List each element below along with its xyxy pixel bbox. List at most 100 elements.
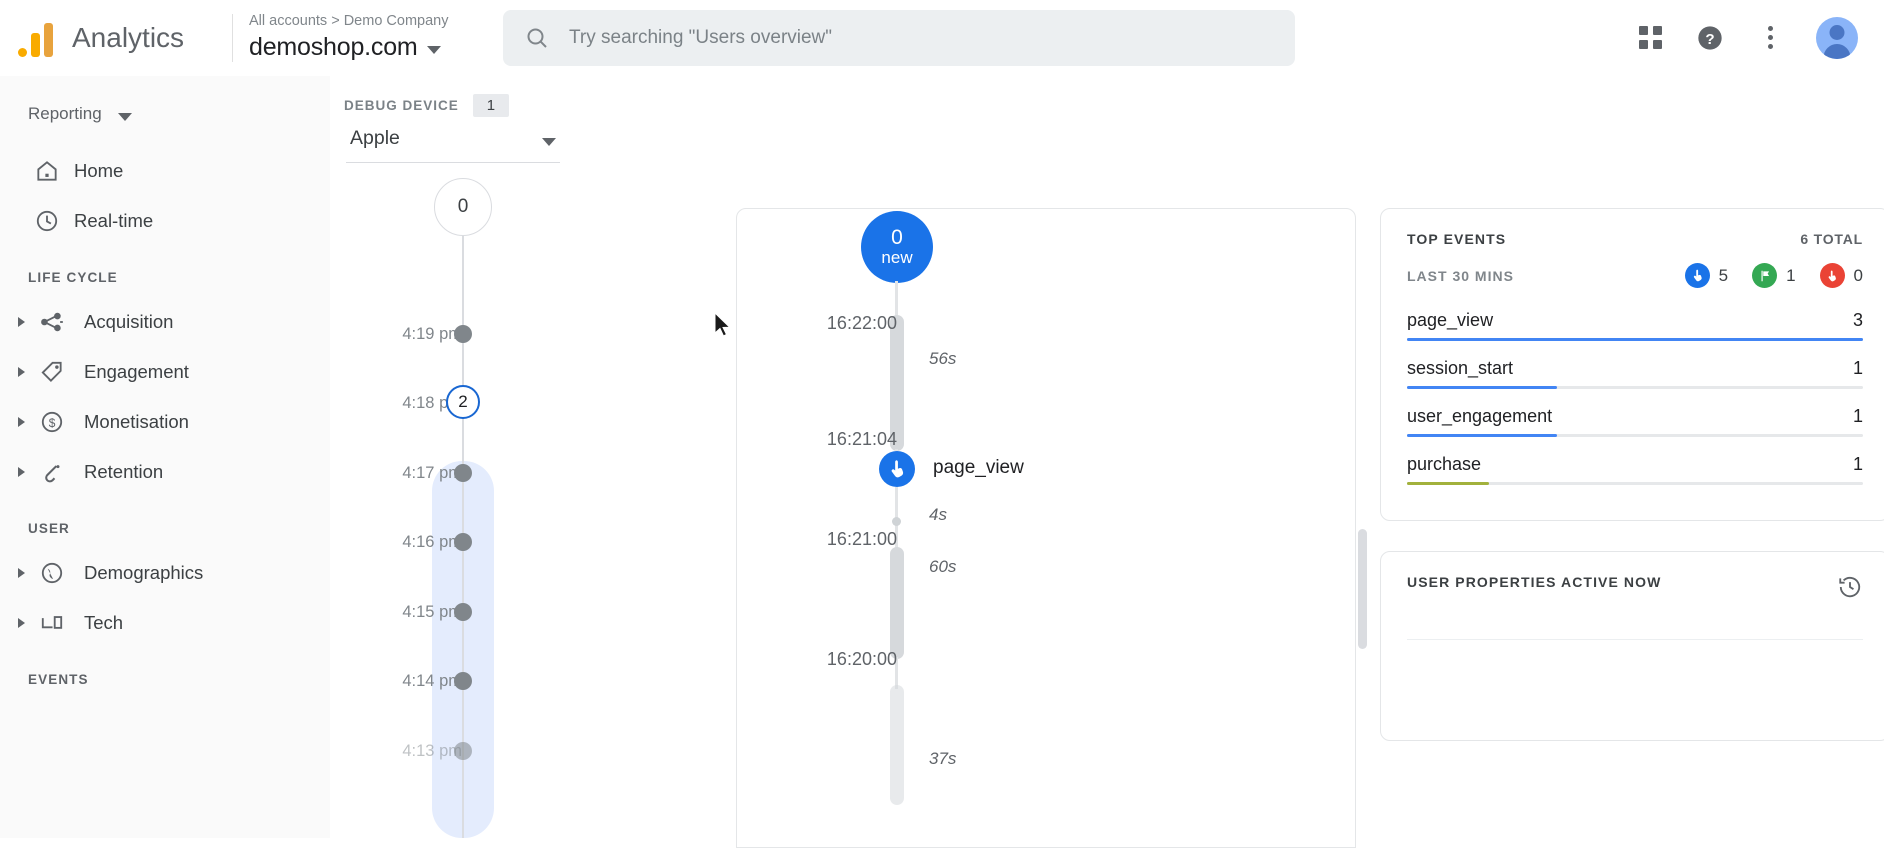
minute-dot[interactable]: [454, 533, 472, 551]
sidebar-item-label: Tech: [84, 612, 124, 633]
event-count: 3: [1852, 310, 1863, 330]
event-bar-fill: [1407, 386, 1558, 389]
minute-now-bubble[interactable]: 0: [434, 178, 492, 236]
event-stream: 0 new 16:22:00 56s 16:21:04 page_view 4s…: [737, 209, 1367, 847]
account-selector[interactable]: All accounts > Demo Company demoshop.com: [249, 12, 481, 63]
dollar-circle-icon: $: [30, 409, 74, 435]
search-input[interactable]: Try searching "Users overview": [503, 9, 1295, 66]
globe-icon: [30, 560, 74, 586]
clock-icon: [30, 208, 64, 234]
minute-row[interactable]: 4:16 pm: [330, 532, 612, 552]
sidebar-item-monetisation[interactable]: $ Monetisation: [0, 397, 330, 447]
analytics-brand[interactable]: Analytics: [0, 19, 232, 57]
sidebar-item-label: Monetisation: [84, 411, 189, 432]
expand-arrow-icon[interactable]: [12, 367, 30, 377]
minute-track: 0 4:19 pm 4:18 pm 2 4:17 pm 4:16 pm 4:15…: [330, 176, 612, 838]
minute-dot[interactable]: [454, 325, 472, 343]
sidebar-item-label: Home: [74, 160, 124, 181]
table-row[interactable]: purchase 1: [1407, 454, 1863, 502]
event-count: 1: [1852, 358, 1863, 378]
stat-value: 1: [1786, 265, 1796, 285]
table-row[interactable]: session_start 1: [1407, 358, 1863, 406]
new-events-count: 0: [891, 226, 903, 250]
event-time-label: 16:22:00: [826, 313, 897, 333]
help-circle-icon[interactable]: ?: [1696, 24, 1724, 52]
event-time-label: 16:20:00: [826, 649, 897, 669]
sidebar-item-acquisition[interactable]: Acquisition: [0, 297, 330, 347]
top-events-card: TOP EVENTS 6 TOTAL LAST 30 MINS 5 1 0 pa…: [1380, 208, 1884, 521]
error-event-icon: [1819, 263, 1845, 288]
breadcrumb: All accounts > Demo Company: [249, 13, 449, 29]
stat-value: 5: [1718, 265, 1729, 285]
minute-row[interactable]: 4:18 pm 2: [330, 385, 612, 419]
event-name: user_engagement: [1407, 406, 1553, 426]
svg-text:$: $: [49, 416, 56, 430]
minute-row[interactable]: 4:19 pm: [330, 324, 612, 344]
minute-dot-selected[interactable]: 2: [446, 385, 480, 419]
event-bar-track: [1407, 434, 1863, 437]
minute-row[interactable]: 4:17 pm: [330, 463, 612, 483]
event-duration-label: 4s: [929, 505, 947, 524]
event-bar-track: [1407, 482, 1863, 485]
sidebar-section-user: USER: [28, 521, 70, 536]
event-stream-scrollbar[interactable]: [1358, 529, 1367, 649]
share-nodes-icon: [30, 309, 74, 335]
event-duration-label: 60s: [929, 557, 957, 576]
event-bar-track: [1407, 338, 1863, 341]
property-name: demoshop.com: [249, 33, 418, 61]
chevron-down-icon[interactable]: [426, 46, 441, 54]
minute-dot[interactable]: [454, 464, 472, 482]
debug-device-select[interactable]: Apple: [346, 127, 560, 163]
minute-stream-column: DEBUG DEVICE 1 Apple 0 4:19 pm 4:18 pm 2…: [330, 76, 612, 838]
sidebar-item-tech[interactable]: Tech: [0, 598, 330, 648]
event-time-label: 16:21:00: [826, 529, 897, 549]
event-bar-track: [1407, 386, 1863, 389]
touch-event-icon: [1684, 263, 1710, 288]
event-bar-fill: [1407, 338, 1863, 341]
table-row[interactable]: user_engagement 1: [1407, 406, 1863, 454]
sidebar-item-label: Engagement: [84, 361, 189, 382]
minute-dot[interactable]: [454, 742, 472, 760]
new-events-bubble[interactable]: 0 new: [861, 211, 933, 283]
event-bar-fill: [1407, 434, 1558, 437]
sidebar-item-real-time[interactable]: Real-time: [0, 196, 330, 246]
sidebar-item-demographics[interactable]: Demographics: [0, 548, 330, 598]
minute-row[interactable]: 4:15 pm: [330, 602, 612, 622]
sidebar-item-engagement[interactable]: Engagement: [0, 347, 330, 397]
expand-arrow-icon[interactable]: [12, 467, 30, 477]
minute-row[interactable]: 4:13 pm: [330, 741, 612, 761]
sidebar-item-label: Acquisition: [84, 311, 174, 332]
top-events-subhead: LAST 30 MINS: [1407, 267, 1514, 284]
sidebar-item-label: Retention: [84, 461, 164, 482]
minute-dot[interactable]: [454, 603, 472, 621]
sidebar-item-retention[interactable]: Retention: [0, 447, 330, 497]
table-row[interactable]: page_view 3: [1407, 310, 1863, 358]
touch-event-icon: [891, 460, 904, 478]
apps-grid-icon[interactable]: [1636, 24, 1664, 52]
minor-event-node: [892, 517, 901, 526]
sidebar-item-home[interactable]: Home: [0, 146, 330, 196]
more-vert-icon[interactable]: [1756, 24, 1784, 52]
minute-row[interactable]: 4:14 pm: [330, 671, 612, 691]
chevron-down-icon[interactable]: [542, 137, 556, 146]
minute-dot[interactable]: [454, 672, 472, 690]
stream-gap-segment: [890, 685, 904, 805]
event-duration-label: 37s: [929, 749, 957, 768]
reporting-switcher[interactable]: Reporting: [0, 76, 330, 146]
event-name-label: page_view: [933, 457, 1024, 478]
sidebar-section-events: EVENTS: [28, 672, 89, 687]
expand-arrow-icon[interactable]: [12, 618, 30, 628]
analytics-logo-icon: [18, 19, 58, 57]
reporting-label: Reporting: [28, 104, 102, 123]
avatar[interactable]: [1816, 16, 1858, 59]
debug-device-header: DEBUG DEVICE 1 Apple: [330, 76, 612, 163]
left-sidebar: Reporting Home Real-time LIFE CYCLE Acqu…: [0, 76, 330, 838]
expand-arrow-icon[interactable]: [12, 568, 30, 578]
expand-arrow-icon[interactable]: [12, 417, 30, 427]
header-divider: [232, 13, 233, 62]
search-placeholder: Try searching "Users overview": [569, 26, 833, 48]
user-properties-card: USER PROPERTIES ACTIVE NOW: [1380, 551, 1884, 741]
event-node-page-view[interactable]: [879, 451, 915, 487]
expand-arrow-icon[interactable]: [12, 317, 30, 327]
history-clock-icon[interactable]: [1837, 574, 1863, 605]
